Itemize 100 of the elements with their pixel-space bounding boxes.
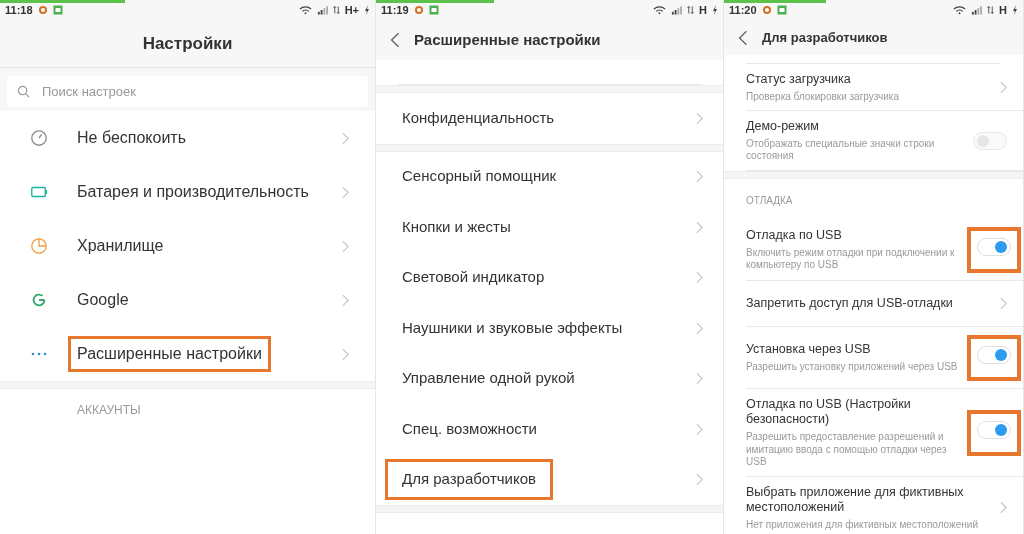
section-header: АККАУНТЫ xyxy=(77,403,141,417)
row-label: Наушники и звуковые эффекты xyxy=(402,318,623,338)
chevron-icon xyxy=(342,131,349,145)
data-arrows-icon xyxy=(687,5,695,15)
settings-row[interactable]: Отладка по USB Включить режим отладки при подключении к компьютеру по USB xyxy=(724,218,1023,281)
clock-icon xyxy=(30,129,48,147)
row-label: Расширенные настройки xyxy=(68,336,271,372)
settings-row[interactable]: Не беспокоить xyxy=(0,111,375,165)
wifi-icon xyxy=(953,5,967,15)
settings-row[interactable]: Отладка по USB (Настройки безопасности) Разрешить предоставление разрешений и имитацию ввода с помощью отладки через USB xyxy=(724,388,1023,477)
search-field[interactable]: Поиск настроек xyxy=(7,76,368,107)
row-description: Нет приложения для фиктивных местоположений xyxy=(746,518,980,532)
chevron-icon xyxy=(696,170,703,184)
row-label: Для разработчиков xyxy=(385,459,553,501)
row-description: Отображать специальные значки строки состояния xyxy=(746,137,936,163)
settings-row[interactable]: Кнопки и жесты xyxy=(376,202,723,253)
chevron-icon xyxy=(342,239,349,253)
signal-icon xyxy=(671,5,683,15)
signal-icon xyxy=(316,5,328,15)
row-label: Сенсорный помощник xyxy=(402,167,557,187)
wifi-icon xyxy=(653,5,667,15)
row-label: Установка через USB xyxy=(746,342,871,358)
row-label: Кнопки и жесты xyxy=(402,217,511,237)
notification-icon xyxy=(761,5,772,15)
data-arrows-icon xyxy=(987,5,995,15)
google-g-icon xyxy=(30,291,48,309)
screen-title: Для разработчиков xyxy=(762,28,888,47)
chevron-icon xyxy=(1000,81,1007,95)
signal-icon xyxy=(971,5,983,15)
row-label: Отладка по USB xyxy=(746,227,842,244)
row-description: Разрешить предоставление разрешений и имитацию ввода с помощью отладки через USB xyxy=(746,431,948,469)
screen-title: Расширенные настройки xyxy=(414,29,601,50)
toggle-switch[interactable] xyxy=(977,237,1011,256)
notification-icon xyxy=(52,5,63,15)
settings-row[interactable]: Расширенные настройки xyxy=(0,327,375,381)
settings-row[interactable]: Установка через USB Разрешить установку приложений через USB xyxy=(724,326,1023,389)
settings-row[interactable]: Google xyxy=(0,273,375,327)
toggle-switch[interactable] xyxy=(977,420,1011,439)
toggle-switch[interactable] xyxy=(973,131,1007,150)
back-button[interactable] xyxy=(390,32,400,48)
chevron-icon xyxy=(342,293,349,307)
row-label: Запретить доступ для USB-отладки xyxy=(746,295,953,312)
row-label: Не беспокоить xyxy=(77,128,187,148)
network-type: H+ xyxy=(344,2,359,18)
row-label: Демо-режим xyxy=(746,119,819,135)
row-label: Управление одной рукой xyxy=(402,369,575,389)
dots-icon xyxy=(30,352,48,356)
data-arrows-icon xyxy=(332,5,340,15)
chevron-icon xyxy=(1000,297,1007,311)
chevron-icon xyxy=(342,347,349,361)
chevron-icon xyxy=(342,185,349,199)
settings-row[interactable]: Статус загрузчика Проверка блокировки загрузчика xyxy=(724,64,1023,112)
charging-icon xyxy=(1012,5,1018,15)
settings-row[interactable]: Выбрать приложение для фиктивных местоположений Нет приложения для фиктивных местоположений xyxy=(724,476,1023,534)
search-icon xyxy=(17,85,30,98)
row-label: Выбрать приложение для фиктивных местоположений xyxy=(746,484,965,516)
status-time: 11:18 xyxy=(5,2,33,18)
back-button[interactable] xyxy=(738,29,748,46)
settings-row[interactable]: Конфиденциальность xyxy=(376,93,723,144)
settings-row[interactable]: Спец. возможности xyxy=(376,404,723,455)
row-label: Батарея и производительность xyxy=(77,182,309,202)
network-type: H xyxy=(699,2,707,18)
settings-row[interactable]: Световой индикатор xyxy=(376,252,723,303)
chevron-icon xyxy=(696,372,703,386)
chevron-icon xyxy=(696,422,703,436)
row-description: Разрешить установку приложений через USB xyxy=(746,360,959,374)
chevron-icon xyxy=(696,111,703,125)
network-type: H xyxy=(999,2,1007,18)
chevron-icon xyxy=(696,473,703,487)
chevron-icon xyxy=(696,271,703,285)
chevron-icon xyxy=(1000,501,1007,515)
toggle-switch[interactable] xyxy=(977,345,1011,364)
settings-row[interactable]: Запретить доступ для USB-отладки xyxy=(724,280,1023,327)
settings-row[interactable]: Наушники и звуковые эффекты xyxy=(376,303,723,354)
status-time: 11:19 xyxy=(381,2,409,18)
chevron-icon xyxy=(696,321,703,335)
section-header: ОТЛАДКА xyxy=(746,194,793,206)
charging-icon xyxy=(712,5,718,15)
screen-title: Настройки xyxy=(142,32,233,55)
row-description: Включить режим отладки при подключении к компьютеру по USB xyxy=(746,246,956,272)
notification-icon xyxy=(428,5,439,15)
pie-chart-icon xyxy=(30,237,48,255)
row-label: Статус загрузчика xyxy=(746,72,851,88)
row-label: Световой индикатор xyxy=(402,268,545,288)
row-label: Хранилище xyxy=(77,236,164,256)
settings-row[interactable]: Управление одной рукой xyxy=(376,353,723,404)
settings-row[interactable]: Сенсорный помощник xyxy=(376,151,723,202)
chevron-icon xyxy=(696,220,703,234)
settings-row[interactable]: Батарея и производительность xyxy=(0,165,375,219)
row-label: Конфиденциальность xyxy=(402,108,555,128)
notification-icon xyxy=(37,5,48,15)
settings-row[interactable]: Для разработчиков xyxy=(376,454,723,505)
row-label: Отладка по USB (Настройки безопасности) xyxy=(746,396,912,428)
settings-row[interactable]: Хранилище xyxy=(0,219,375,273)
wifi-icon xyxy=(298,5,312,15)
settings-row[interactable]: Демо-режим Отображать специальные значки строки состояния xyxy=(724,111,1023,171)
notification-icon xyxy=(413,5,424,15)
row-description: Проверка блокировки загрузчика xyxy=(746,90,900,104)
notification-icon xyxy=(776,5,787,15)
charging-icon xyxy=(364,5,370,15)
